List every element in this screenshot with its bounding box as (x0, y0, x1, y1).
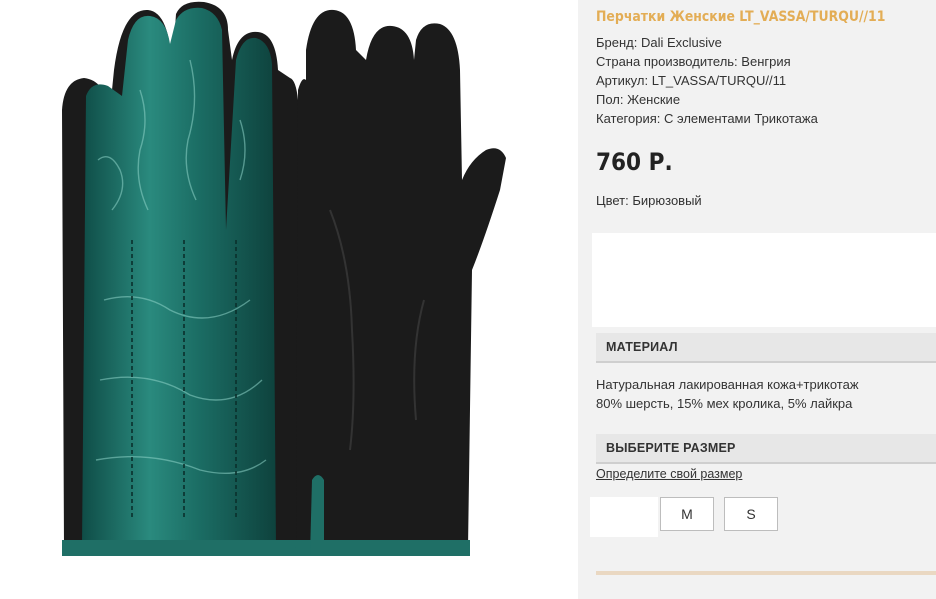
attribute-category: Категория: С элементами Трикотажа (596, 111, 818, 126)
attribute-article: Артикул: LT_VASSA/TURQU//11 (596, 73, 787, 88)
size-placeholder (590, 497, 658, 537)
attribute-gender: Пол: Женские (596, 92, 681, 107)
product-color: Цвет: Бирюзовый (596, 193, 702, 208)
product-image[interactable] (0, 0, 578, 599)
size-guide-link[interactable]: Определите свой размер (596, 467, 742, 481)
bottom-divider (596, 571, 936, 575)
attribute-brand: Бренд: Dali Exclusive (596, 35, 722, 50)
attribute-country: Страна производитель: Венгрия (596, 54, 791, 69)
product-attributes: Бренд: Dali Exclusive Страна производите… (596, 33, 818, 128)
material-description: Натуральная лакированная кожа+трикотаж 8… (596, 375, 859, 413)
left-glove-leather (82, 7, 276, 548)
right-glove-knit (296, 9, 506, 548)
material-line: Натуральная лакированная кожа+трикотаж (596, 377, 859, 392)
size-header: ВЫБЕРИТЕ РАЗМЕР (596, 434, 936, 464)
size-option-s[interactable]: S (724, 497, 778, 531)
size-option-m[interactable]: M (660, 497, 714, 531)
product-image-panel (0, 0, 578, 599)
product-title: Перчатки Женские LT_VASSA/TURQU//11 (596, 9, 886, 25)
product-info: Перчатки Женские LT_VASSA/TURQU//11 Брен… (578, 0, 936, 599)
promo-placeholder (592, 233, 936, 327)
material-line: 80% шерсть, 15% мех кролика, 5% лайкра (596, 396, 853, 411)
material-header: МАТЕРИАЛ (596, 333, 936, 363)
left-glove-cuff (62, 540, 300, 556)
product-price: 760 Р. (596, 148, 673, 176)
